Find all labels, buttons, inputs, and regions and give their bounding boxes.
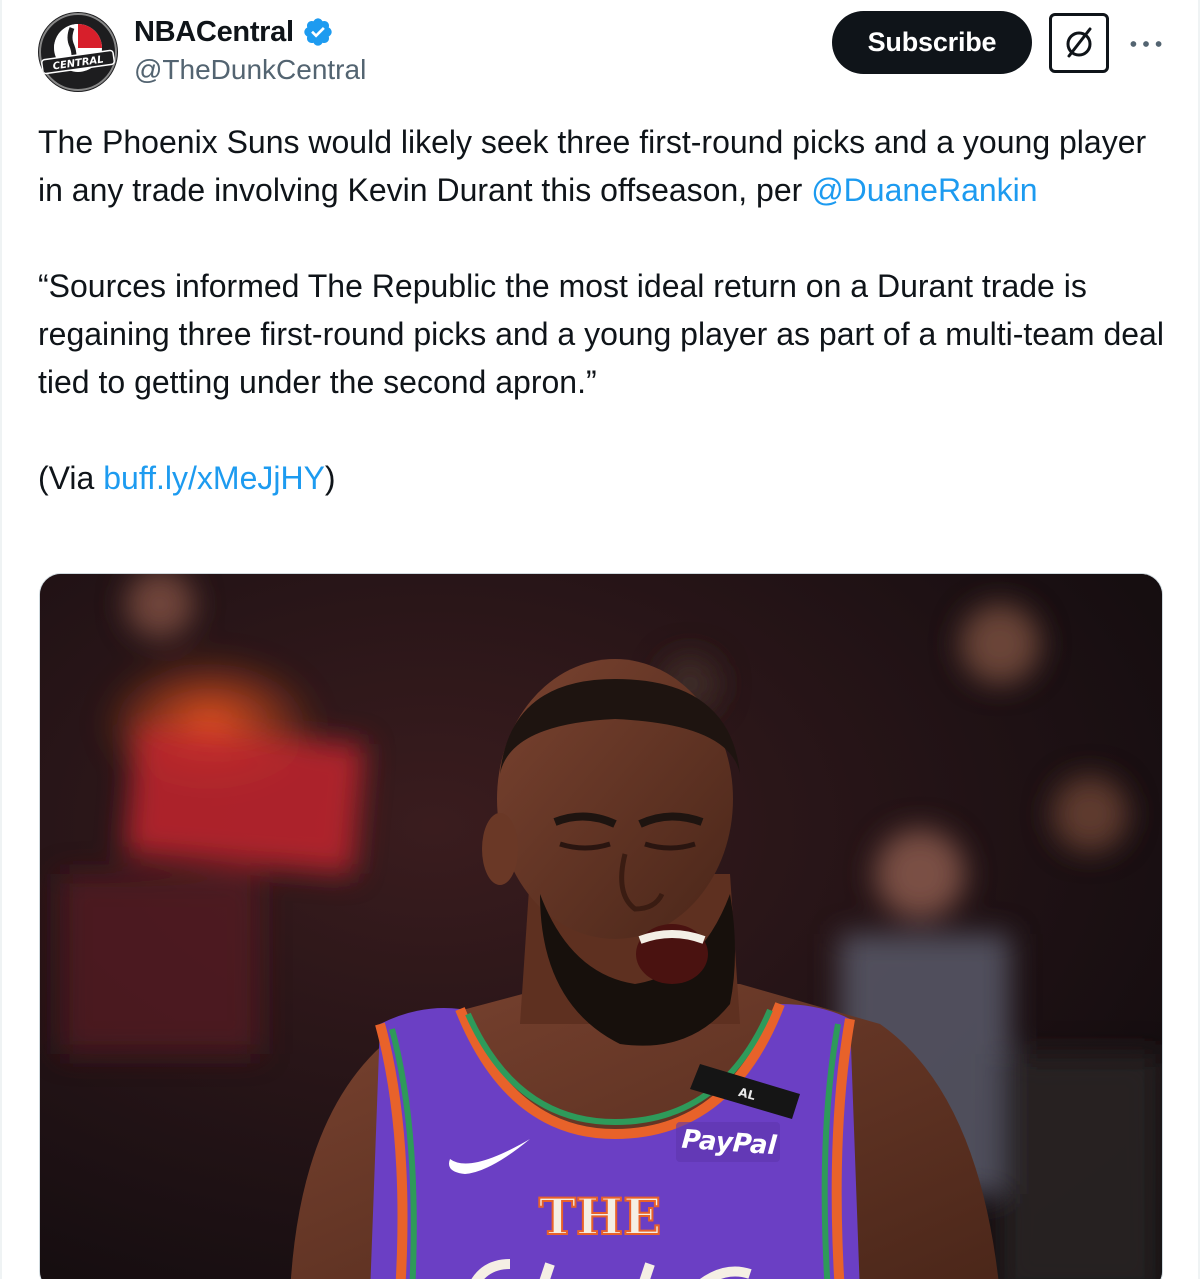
tweet-via: (Via buff.ly/xMeJjHY) [38,460,336,496]
more-icon[interactable] [1126,24,1166,64]
kevin-durant-photo: AL PayPal THE [40,574,1162,1279]
handle[interactable]: @TheDunkCentral [134,54,366,86]
display-name[interactable]: NBACentral [134,16,294,49]
tweet-paragraph-1: The Phoenix Suns would likely seek three… [38,124,1147,208]
tweet-card: CENTRAL NBACentral @TheDunkCentral Subsc… [0,0,1200,1279]
via-link[interactable]: buff.ly/xMeJjHY [103,460,325,496]
avatar[interactable]: CENTRAL [38,12,118,92]
tweet-text: The Phoenix Suns would likely seek three… [38,118,1168,502]
nbacentral-logo: CENTRAL [39,13,117,91]
verified-badge-icon[interactable] [302,16,334,48]
grok-icon[interactable] [1049,13,1109,73]
tweet-quote: “Sources informed The Republic the most … [38,268,1164,400]
author-name-row[interactable]: NBACentral [134,12,334,52]
tweet-photo[interactable]: AL PayPal THE [39,573,1163,1279]
mention-link[interactable]: @DuaneRankin [811,172,1037,208]
subscribe-button[interactable]: Subscribe [832,11,1032,74]
tweet-header: CENTRAL NBACentral @TheDunkCentral Subsc… [2,0,1200,110]
jersey-text: THE [539,1187,662,1246]
